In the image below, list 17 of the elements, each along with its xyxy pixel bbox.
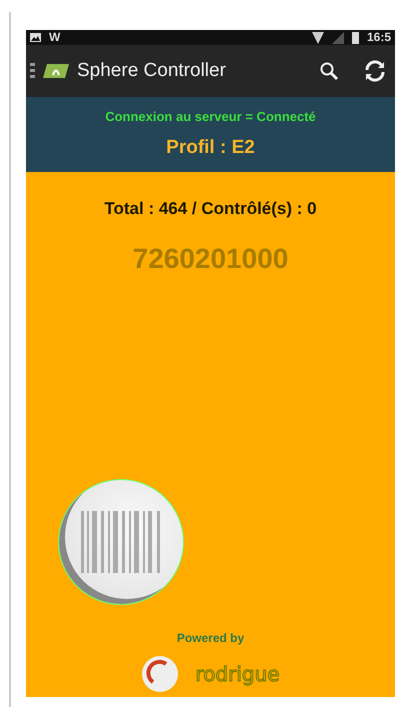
clock-text: 16:5 <box>366 30 391 45</box>
totals-text: Total : 464 / Contrôlé(s) : 0 <box>104 198 317 220</box>
profile-label: Profil : E2 <box>166 136 255 160</box>
spinner-logo-icon <box>141 655 180 693</box>
battery-icon <box>352 32 359 44</box>
brand-logo-text: rodrigue <box>195 661 280 688</box>
menu-icon[interactable] <box>30 62 35 80</box>
search-icon[interactable] <box>319 61 339 81</box>
leaf-logo-icon <box>43 62 69 80</box>
notification-text: W <box>49 30 60 45</box>
app-title: Sphere Controller <box>77 58 227 83</box>
refresh-icon[interactable] <box>363 59 387 83</box>
barcode-icon <box>81 511 161 573</box>
scanned-code: 7260201000 <box>132 242 288 276</box>
powered-by-text: Powered by <box>176 630 244 647</box>
connection-status: Connexion au serveur = Connecté <box>105 108 316 126</box>
picture-notification-icon <box>30 33 41 42</box>
